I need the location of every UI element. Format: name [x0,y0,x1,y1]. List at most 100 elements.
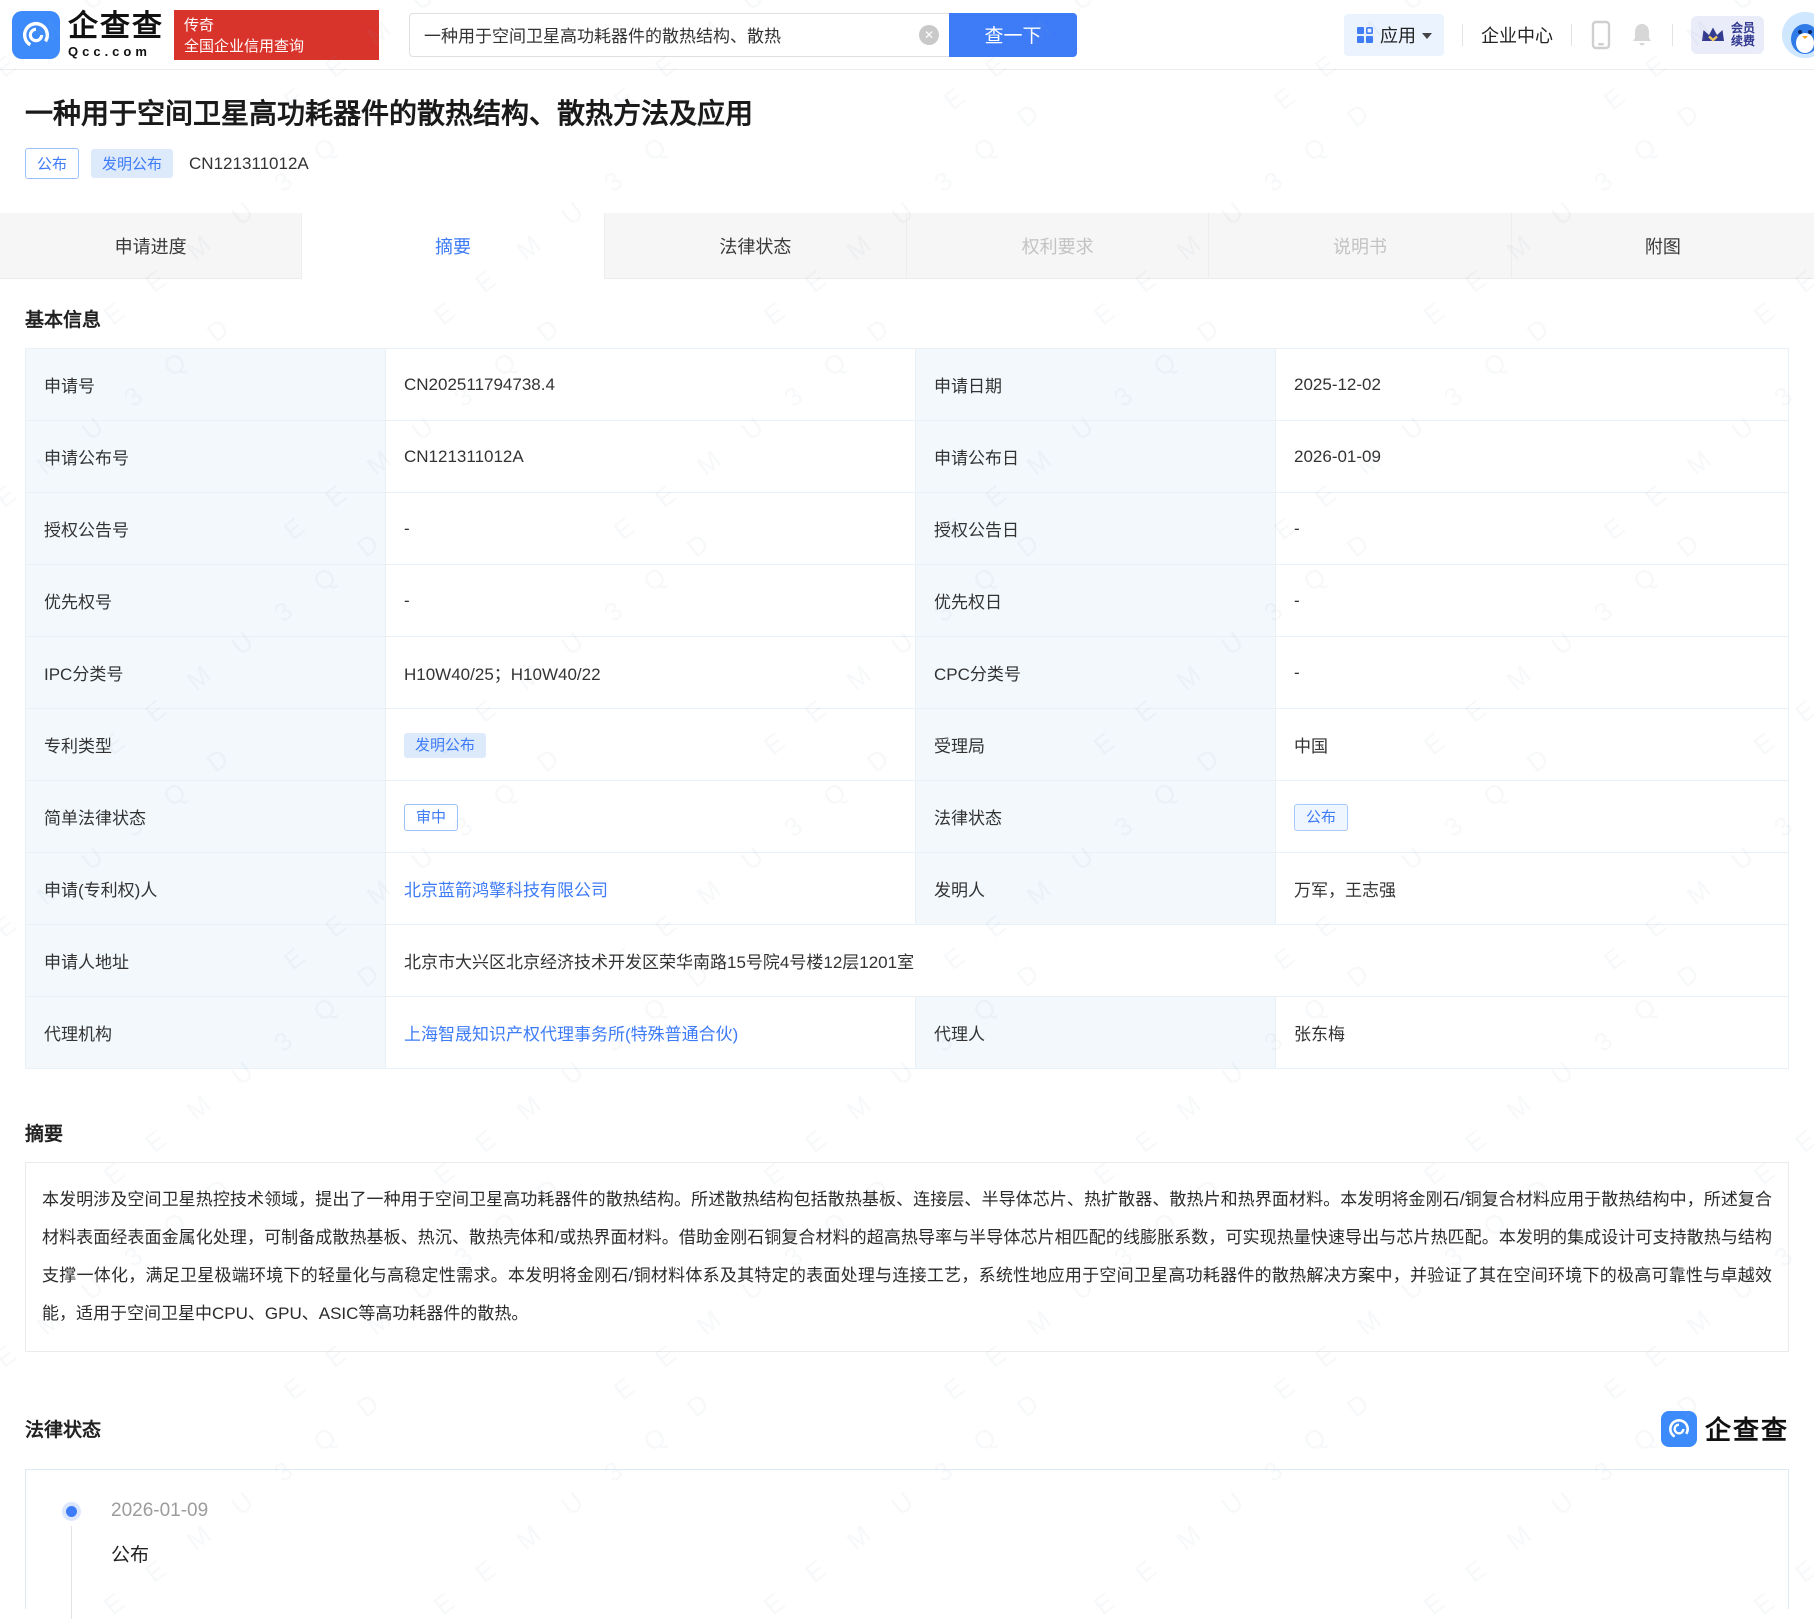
table-row: 申请人地址 北京市大兴区北京经济技术开发区荣华南路15号院4号楼12层1201室 [25,924,1789,997]
table-row: 申请(专利权)人 北京蓝箭鸿擎科技有限公司 发明人 万军，王志强 [25,852,1789,925]
row-label: 授权公告日 [915,492,1276,565]
apps-menu-button[interactable]: 应用 [1343,13,1444,56]
row-value: - [1275,492,1789,565]
row-value: CN121311012A [385,420,916,493]
top-header: 企查查 Qcc.com 传奇 全国企业信用查询 ✕ 查一下 应用 [0,0,1814,70]
tab-drawings[interactable]: 附图 [1511,213,1814,279]
applicant-company-link[interactable]: 北京蓝箭鸿擎科技有限公司 [404,881,608,900]
table-row: 授权公告号 - 授权公告日 - [25,492,1789,565]
row-label: 优先权日 [915,564,1276,637]
row-value: 上海智晟知识产权代理事务所(特殊普通合伙) [385,996,916,1069]
logo-subtitle: Qcc.com [68,43,151,59]
promo-banner[interactable]: 传奇 全国企业信用查询 [174,9,379,60]
header-nav: 应用 企业中心 会员 续费 [1343,11,1814,58]
basic-info-table: 申请号 CN202511794738.4 申请日期 2025-12-02 申请公… [25,348,1789,1069]
search-bar: ✕ 查一下 [409,12,1077,57]
agency-link[interactable]: 上海智晟知识产权代理事务所(特殊普通合伙) [404,1025,738,1044]
row-value: 万军，王志强 [1275,852,1789,925]
legal-status-panel: 2026-01-09 公布 [25,1469,1789,1619]
row-value: 发明公布 [385,708,916,781]
row-value: 2026-01-09 [1275,420,1789,493]
patent-badges: 公布 发明公布 CN121311012A [25,148,1789,179]
row-label: 申请号 [25,348,386,421]
table-row: 代理机构 上海智晟知识产权代理事务所(特殊普通合伙) 代理人 张东梅 [25,996,1789,1069]
publication-number: CN121311012A [189,153,309,173]
row-value: H10W40/25；H10W40/22 [385,636,916,709]
row-label: 申请人地址 [25,924,386,997]
crown-icon [1700,24,1726,46]
row-value: - [1275,564,1789,637]
row-label: 授权公告号 [25,492,386,565]
timeline-status: 公布 [111,1545,150,1566]
logo-title: 企查查 [68,9,164,43]
abstract-heading: 摘要 [25,1124,64,1145]
applicant-address-value: 北京市大兴区北京经济技术开发区荣华南路15号院4号楼12层1201室 [385,924,1789,997]
status-badge: 公布 [25,148,80,179]
row-label: 优先权号 [25,564,386,637]
patent-type-badge: 发明公布 [91,149,174,178]
row-value: 中国 [1275,708,1789,781]
basic-info-heading: 基本信息 [25,310,102,331]
vip-renew-button[interactable]: 会员 续费 [1690,15,1764,54]
search-input[interactable] [409,12,949,57]
chevron-down-icon [1421,32,1432,39]
clear-search-icon[interactable]: ✕ [919,24,939,45]
vip-label: 会员 续费 [1730,20,1755,48]
table-row: 申请公布号 CN121311012A 申请公布日 2026-01-09 [25,420,1789,493]
legal-status-heading: 法律状态 [25,1420,102,1441]
row-label: 发明人 [915,852,1276,925]
tab-application-progress[interactable]: 申请进度 [0,213,303,279]
row-label: 代理人 [915,996,1276,1069]
mobile-app-icon[interactable] [1590,20,1612,50]
notification-bell-icon[interactable] [1630,21,1654,49]
qcc-brand-watermark: 企查查 [1660,1410,1789,1447]
row-label: 申请公布日 [915,420,1276,493]
qcc-brand-icon [1660,1410,1697,1447]
row-value: CN202511794738.4 [385,348,916,421]
row-label: 申请(专利权)人 [25,852,386,925]
tab-specification: 说明书 [1209,213,1512,279]
promo-line2: 全国企业信用查询 [184,37,305,55]
promo-line1: 传奇 [184,16,215,34]
table-row: 优先权号 - 优先权日 - [25,564,1789,637]
row-label: 简单法律状态 [25,780,386,853]
tab-legal-status[interactable]: 法律状态 [604,213,907,279]
apps-label: 应用 [1379,25,1416,46]
qcc-brand-text: 企查查 [1704,1415,1789,1445]
table-row: IPC分类号 H10W40/25；H10W40/22 CPC分类号 - [25,636,1789,709]
row-label: 申请日期 [915,348,1276,421]
timeline-line [71,1526,72,1619]
tab-bar: 申请进度 摘要 法律状态 权利要求 说明书 附图 [0,213,1814,279]
row-label: 代理机构 [25,996,386,1069]
row-value: 北京蓝箭鸿擎科技有限公司 [385,852,916,925]
invention-publication-badge: 发明公布 [404,733,487,758]
row-label: 申请公布号 [25,420,386,493]
timeline-date: 2026-01-09 [111,1500,209,1521]
row-value: - [1275,636,1789,709]
timeline-dot-icon [66,1506,77,1517]
patent-header: 一种用于空间卫星高功耗器件的散热结构、散热方法及应用 公布 发明公布 CN121… [0,70,1814,179]
pending-status-badge: 审中 [404,804,459,831]
published-status-badge: 公布 [1294,804,1349,831]
row-label: 受理局 [915,708,1276,781]
row-label: IPC分类号 [25,636,386,709]
enterprise-center-link[interactable]: 企业中心 [1481,22,1553,48]
table-row: 专利类型 发明公布 受理局 中国 [25,708,1789,781]
qcc-logo-icon[interactable] [12,10,60,59]
row-value: 2025-12-02 [1275,348,1789,421]
row-value: 公布 [1275,780,1789,853]
row-label: CPC分类号 [915,636,1276,709]
row-label: 专利类型 [25,708,386,781]
tab-claims: 权利要求 [907,213,1210,279]
grid-icon [1356,26,1374,44]
qcc-logo-text[interactable]: 企查查 Qcc.com [68,9,164,59]
table-row: 申请号 CN202511794738.4 申请日期 2025-12-02 [25,348,1789,421]
row-value: - [385,564,916,637]
search-button[interactable]: 查一下 [949,12,1077,57]
row-value: - [385,492,916,565]
abstract-text: 本发明涉及空间卫星热控技术领域，提出了一种用于空间卫星高功耗器件的散热结构。所述… [25,1162,1789,1352]
patent-title: 一种用于空间卫星高功耗器件的散热结构、散热方法及应用 [25,98,754,129]
row-value: 张东梅 [1275,996,1789,1069]
tab-abstract[interactable]: 摘要 [302,213,605,279]
user-avatar[interactable] [1782,11,1814,58]
